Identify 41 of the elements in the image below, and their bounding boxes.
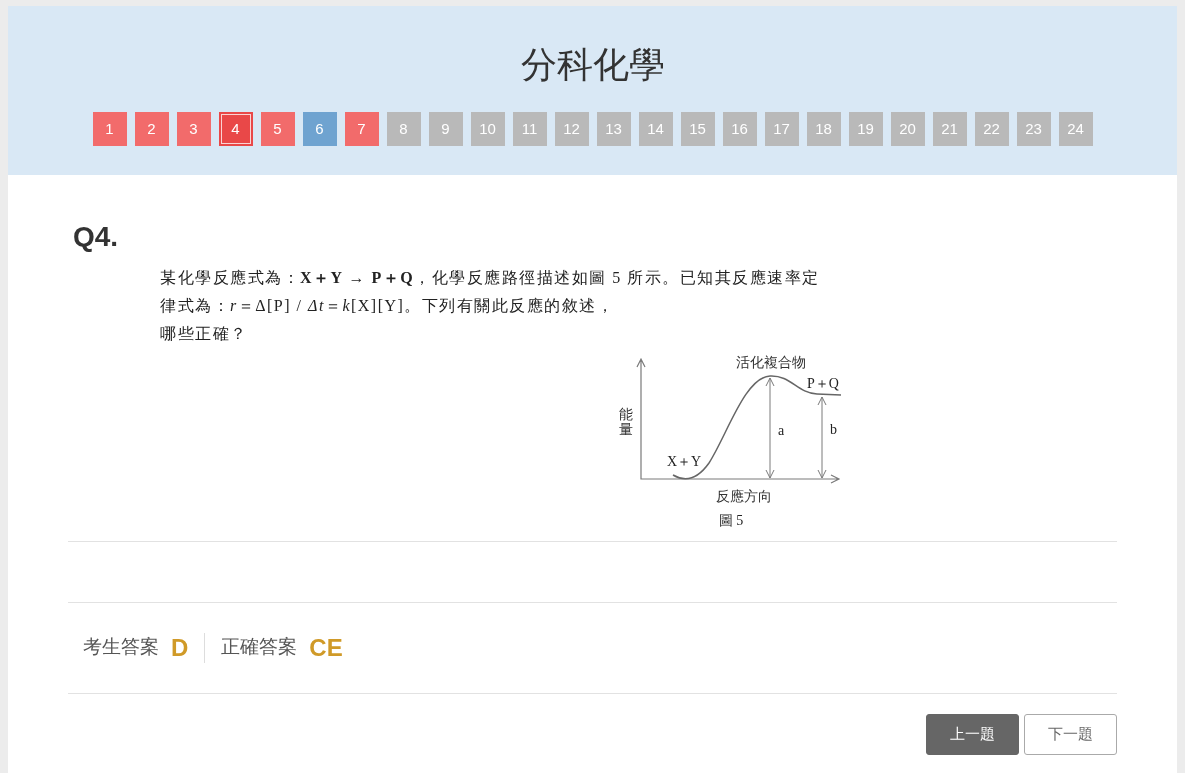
axis-label: 能量: [619, 405, 633, 437]
question-number-button[interactable]: 18: [806, 112, 841, 147]
question-number-button[interactable]: 11: [512, 112, 547, 147]
question-number-button[interactable]: 6: [302, 112, 337, 147]
question-number-button[interactable]: 23: [1016, 112, 1051, 147]
answer-label: 考生答案: [83, 636, 159, 660]
question-number-button[interactable]: 17: [764, 112, 799, 147]
gap-label: a: [778, 422, 785, 438]
question-text: 某化學反應式為：X＋Y → P＋Q，化學反應路徑描述如圖 5 所示。已知其反應速率定律式為：r＝Δ[P] / Δt＝k[X][Y]。下列有關此反應的敘述，哪些正確？: [160, 267, 821, 344]
figure-caption: 圖 5: [718, 512, 744, 528]
page-title: 分科化學: [520, 43, 665, 87]
gap-label: b: [830, 421, 837, 437]
question-number-button[interactable]: 20: [890, 112, 925, 147]
question-number-button[interactable]: 12: [554, 112, 589, 147]
product-label: P＋Q: [807, 375, 839, 391]
axis-label: 反應方向: [716, 487, 772, 504]
next-button[interactable]: 下一題: [1024, 713, 1117, 755]
answer-value: D: [171, 634, 189, 661]
question-number-button[interactable]: 16: [722, 112, 757, 147]
question-number-button[interactable]: 24: [1058, 112, 1093, 147]
answer-label: 正確答案: [221, 636, 298, 660]
question-number-button[interactable]: 5: [260, 112, 295, 147]
peak-label: 活化複合物: [736, 353, 806, 370]
question-number-button[interactable]: 3: [176, 112, 211, 147]
question-number-button[interactable]: 10: [470, 112, 505, 147]
previous-button[interactable]: 上一題: [926, 713, 1019, 755]
question-number-button[interactable]: 21: [932, 112, 967, 147]
question-number-button[interactable]: 22: [974, 112, 1009, 147]
reactant-label: X＋Y: [666, 453, 702, 469]
question-number-button[interactable]: 9: [428, 112, 463, 147]
question-number-button[interactable]: 13: [596, 112, 631, 147]
answer-value: CE: [309, 634, 343, 661]
question-number-button[interactable]: 19: [848, 112, 883, 147]
question-number-button[interactable]: 7: [344, 112, 379, 147]
question-number-button[interactable]: 2: [134, 112, 169, 147]
question-number-button[interactable]: 14: [638, 112, 673, 147]
question-number-button[interactable]: 4: [218, 112, 253, 147]
question-number-button[interactable]: 8: [386, 112, 421, 147]
question-number-button[interactable]: 15: [680, 112, 715, 147]
question-number-button[interactable]: 1: [92, 112, 127, 147]
question-number: Q4.: [73, 220, 119, 254]
